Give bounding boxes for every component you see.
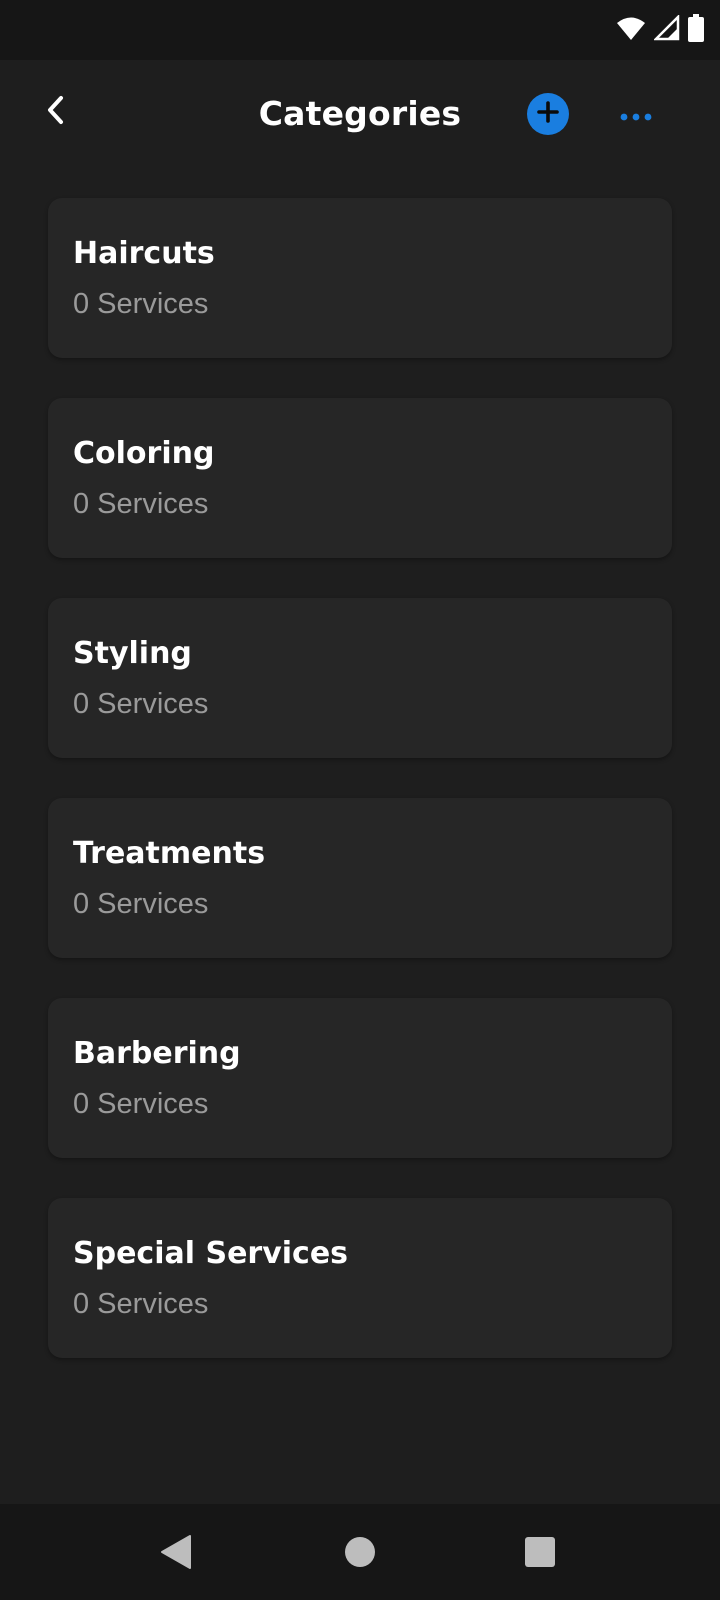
screen: Categories Haircuts 0 Services Coloring … [0,0,720,1600]
category-card-special-services[interactable]: Special Services 0 Services [48,1198,672,1358]
category-card-barbering[interactable]: Barbering 0 Services [48,998,672,1158]
category-name: Treatments [73,836,266,871]
page-title: Categories [258,94,462,133]
category-card-treatments[interactable]: Treatments 0 Services [48,798,672,958]
battery-icon [688,14,704,46]
wifi-icon [616,15,646,45]
category-list: Haircuts 0 Services Coloring 0 Services … [48,198,672,1398]
category-service-count: 0 Services [73,288,209,320]
ellipsis-icon [619,107,653,126]
category-service-count: 0 Services [73,888,209,920]
category-card-coloring[interactable]: Coloring 0 Services [48,398,672,558]
category-card-haircuts[interactable]: Haircuts 0 Services [48,198,672,358]
category-name: Barbering [73,1036,241,1071]
category-service-count: 0 Services [73,1088,209,1120]
category-service-count: 0 Services [73,488,209,520]
nav-recents-icon[interactable] [525,1537,555,1567]
nav-back-icon[interactable] [160,1534,194,1570]
app-header: Categories [0,60,720,170]
category-name: Styling [73,636,192,671]
category-name: Haircuts [73,236,215,271]
nav-home-icon[interactable] [345,1537,375,1567]
category-name: Special Services [73,1236,349,1271]
category-name: Coloring [73,436,215,471]
status-icons [616,13,704,46]
system-nav-bar [0,1504,720,1600]
add-category-button[interactable] [527,93,569,135]
category-service-count: 0 Services [73,1288,209,1320]
more-options-button[interactable] [614,94,658,138]
plus-icon [536,100,560,128]
category-service-count: 0 Services [73,688,209,720]
status-bar [0,0,720,60]
category-card-styling[interactable]: Styling 0 Services [48,598,672,758]
signal-icon [652,13,680,45]
